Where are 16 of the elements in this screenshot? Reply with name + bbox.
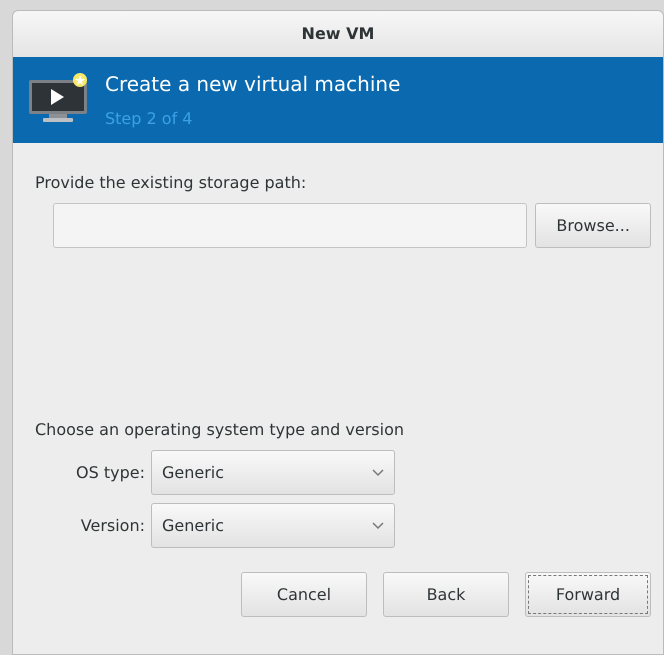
- chevron-down-icon: [372, 468, 384, 476]
- field-label: OS type:: [75, 462, 146, 484]
- dropdown[interactable]: Generic: [151, 450, 395, 495]
- os-heading: Choose an operating system type and version: [35, 419, 406, 441]
- field-label: Version:: [80, 514, 146, 536]
- storage-label: Provide the existing storage path:: [35, 172, 308, 194]
- browse-button[interactable]: Browse...: [535, 203, 651, 248]
- chevron-down-icon: [372, 522, 384, 530]
- dialog-button[interactable]: Back: [383, 572, 509, 617]
- dialog-button[interactable]: Cancel: [241, 572, 367, 617]
- window-title: New VM: [302, 23, 374, 45]
- dialog-button[interactable]: Forward: [525, 572, 651, 617]
- header-title: Create a new virtual machine: [105, 71, 400, 98]
- step-indicator: Step 2 of 4: [105, 108, 194, 130]
- dropdown[interactable]: Generic: [151, 503, 395, 548]
- storage-path-field[interactable]: [53, 203, 528, 248]
